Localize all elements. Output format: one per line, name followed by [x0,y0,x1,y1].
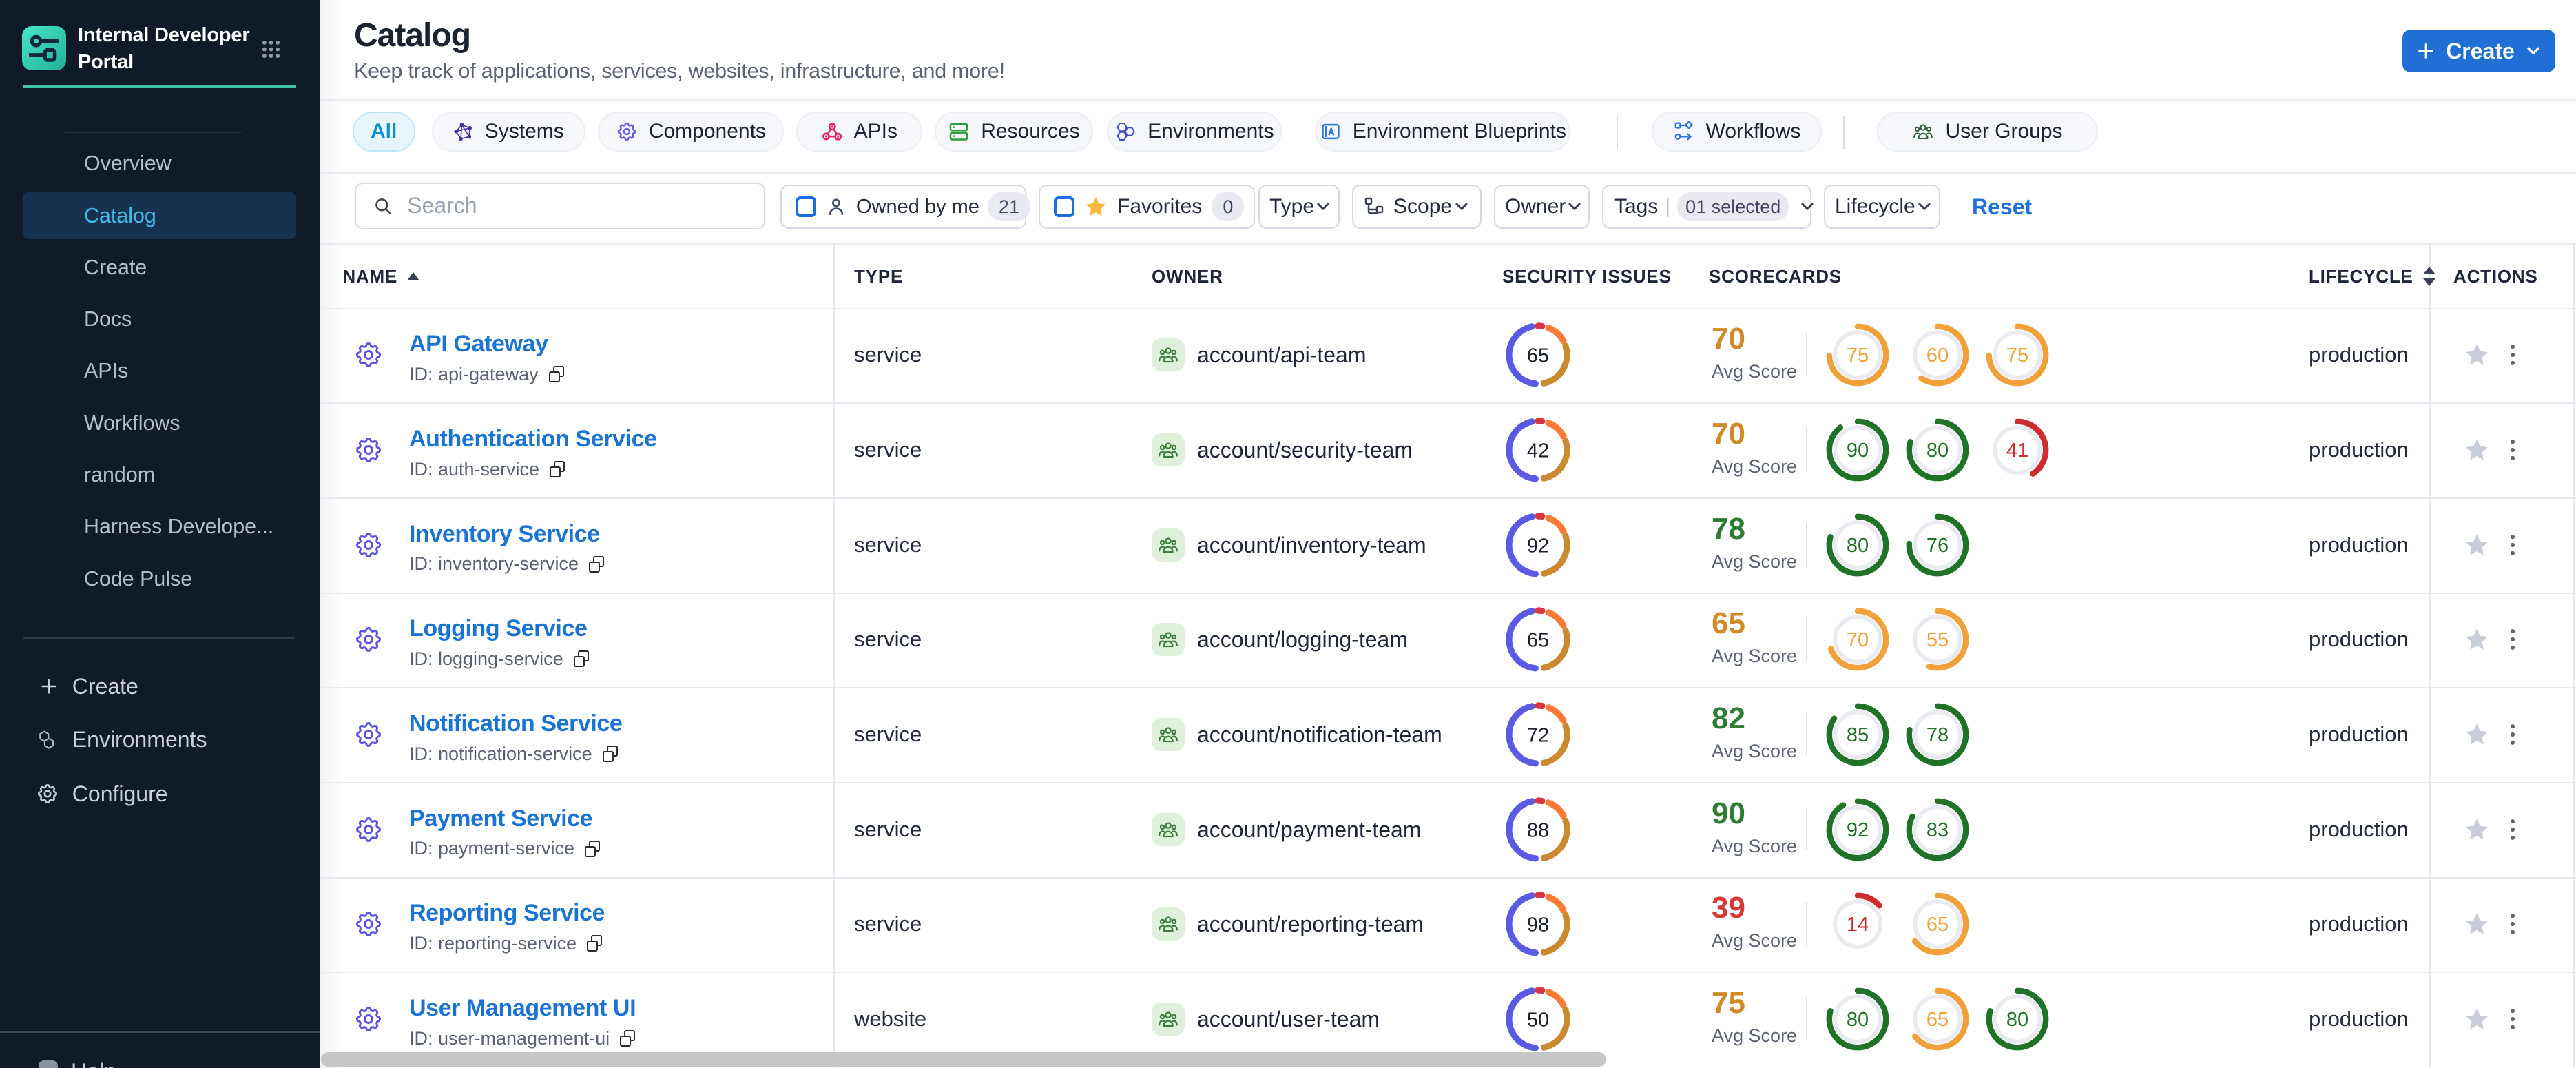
svg-text:80: 80 [1847,535,1869,557]
svg-text:65: 65 [1527,345,1549,367]
svg-text:92: 92 [1527,535,1549,557]
svg-text:75: 75 [1847,345,1869,367]
svg-text:41: 41 [2006,440,2028,462]
svg-text:98: 98 [1527,914,1549,936]
svg-text:80: 80 [1926,440,1949,462]
svg-text:80: 80 [1847,1009,1869,1031]
svg-text:65: 65 [1926,914,1949,936]
svg-text:70: 70 [1847,629,1869,651]
svg-text:83: 83 [1926,819,1949,841]
svg-text:85: 85 [1847,724,1869,746]
svg-text:55: 55 [1926,629,1949,651]
svg-text:75: 75 [2006,345,2028,367]
svg-text:88: 88 [1527,819,1549,841]
svg-text:14: 14 [1847,914,1869,936]
svg-text:65: 65 [1527,630,1549,652]
svg-text:60: 60 [1926,345,1949,367]
svg-text:76: 76 [1926,535,1949,557]
svg-text:90: 90 [1847,440,1869,462]
svg-text:78: 78 [1926,724,1949,746]
svg-text:72: 72 [1527,725,1549,747]
svg-text:42: 42 [1527,440,1549,462]
svg-text:50: 50 [1527,1009,1549,1031]
svg-text:65: 65 [1926,1009,1949,1031]
svg-text:92: 92 [1847,819,1869,841]
svg-text:80: 80 [2006,1009,2028,1031]
